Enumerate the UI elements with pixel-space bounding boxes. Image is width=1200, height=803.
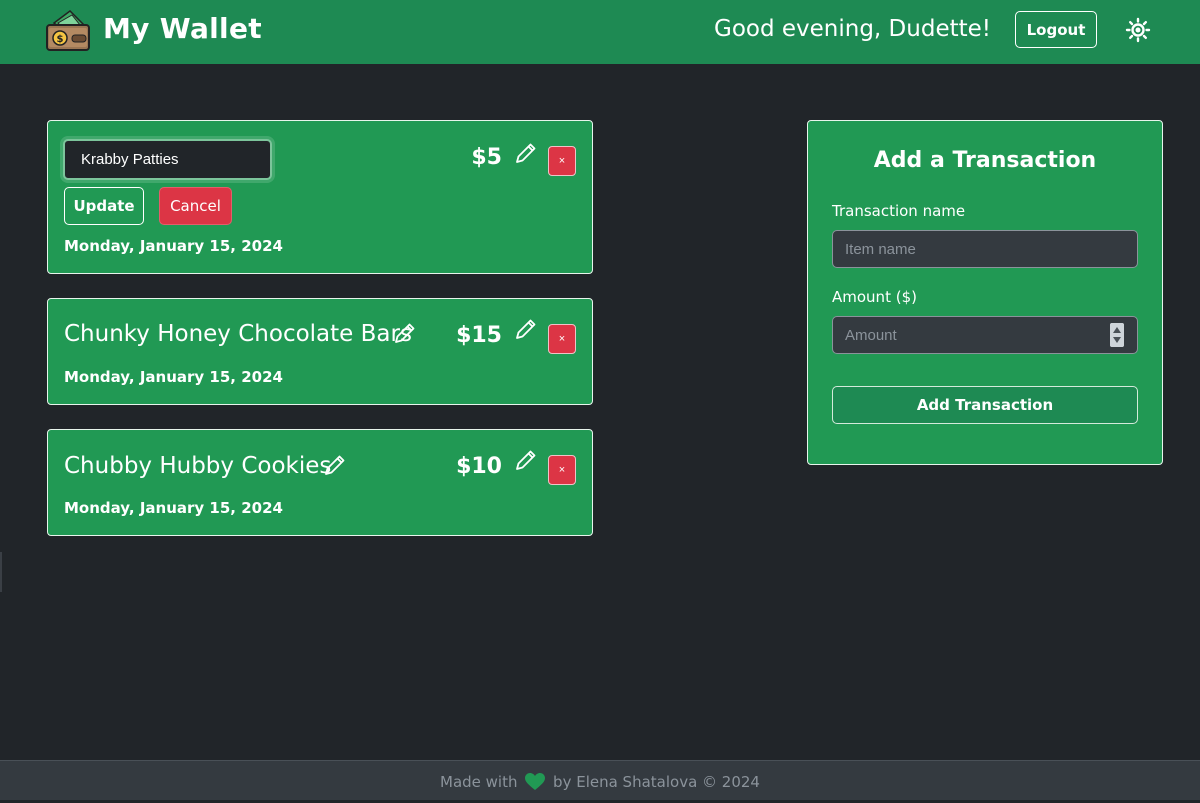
- pencil-icon[interactable]: [514, 317, 538, 341]
- amount-label: Amount ($): [832, 288, 917, 306]
- amount-input[interactable]: [832, 316, 1138, 354]
- transaction-date: Monday, January 15, 2024: [64, 368, 283, 386]
- add-transaction-button[interactable]: Add Transaction: [832, 386, 1138, 424]
- number-spinner-icon[interactable]: [1110, 323, 1124, 347]
- delete-button[interactable]: ×: [548, 146, 576, 176]
- transaction-name: Chubby Hubby Cookies: [64, 453, 332, 479]
- add-transaction-title: Add a Transaction: [873, 148, 1097, 173]
- transaction-card: Chunky Honey Chocolate Bars $15 × Monday…: [47, 298, 593, 405]
- footer: Made with by Elena Shatalova © 2024: [0, 760, 1200, 800]
- svg-text:$: $: [57, 34, 64, 45]
- pencil-icon[interactable]: [514, 141, 538, 165]
- pencil-icon[interactable]: [514, 448, 538, 472]
- app-title: My Wallet: [103, 12, 262, 45]
- transaction-amount: $5: [471, 145, 502, 170]
- heart-icon: [525, 773, 546, 790]
- transaction-name: Chunky Honey Chocolate Bars: [64, 321, 412, 347]
- item-name-input[interactable]: [832, 230, 1138, 268]
- delete-button[interactable]: ×: [548, 455, 576, 485]
- logout-button[interactable]: Logout: [1015, 11, 1097, 48]
- add-transaction-panel: Add a Transaction Transaction name Amoun…: [807, 120, 1163, 465]
- transaction-card: Chubby Hubby Cookies $10 × Monday, Janua…: [47, 429, 593, 536]
- top-navbar: $ My Wallet Good evening, Dudette! Logou…: [0, 0, 1200, 64]
- transaction-date: Monday, January 15, 2024: [64, 237, 283, 255]
- pencil-icon[interactable]: [323, 453, 347, 477]
- transaction-amount: $15: [456, 323, 502, 348]
- delete-button[interactable]: ×: [548, 324, 576, 354]
- transaction-name-label: Transaction name: [832, 202, 966, 220]
- sun-icon[interactable]: [1124, 16, 1152, 44]
- pencil-icon[interactable]: [393, 321, 417, 345]
- greeting-text: Good evening, Dudette!: [714, 16, 991, 42]
- transaction-amount: $10: [456, 454, 502, 479]
- update-button[interactable]: Update: [64, 187, 144, 225]
- transaction-card: Update Cancel $5 × Monday, January 15, 2…: [47, 120, 593, 274]
- footer-text-after: by Elena Shatalova © 2024: [553, 773, 760, 791]
- transaction-name-input[interactable]: [63, 139, 272, 180]
- edge-handle: [0, 552, 2, 592]
- wallet-icon: $: [46, 10, 90, 51]
- cancel-button[interactable]: Cancel: [159, 187, 232, 225]
- transaction-date: Monday, January 15, 2024: [64, 499, 283, 517]
- footer-text-before: Made with: [440, 773, 518, 791]
